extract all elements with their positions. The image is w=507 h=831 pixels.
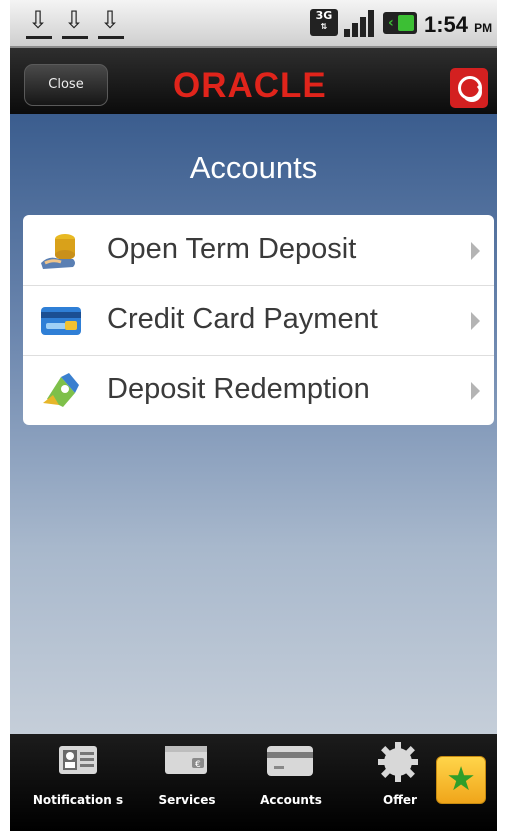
tab-label: Services <box>158 793 216 807</box>
signal-strength-icon <box>344 9 374 37</box>
chevron-right-icon <box>471 312 480 330</box>
wallet-icon: € <box>165 746 207 774</box>
tab-label: Offer <box>383 793 417 807</box>
app-header: Close ORACLE <box>10 48 497 114</box>
menu-item-label: Deposit Redemption <box>107 373 370 405</box>
close-button[interactable]: Close <box>24 64 108 106</box>
chevron-right-icon <box>471 242 480 260</box>
download-icon: ⇩ <box>96 8 126 39</box>
contact-card-icon <box>59 746 97 774</box>
star-icon[interactable]: ★ <box>436 756 486 804</box>
menu-item-deposit-redemption[interactable]: Deposit Redemption <box>23 355 494 425</box>
svg-text:€: € <box>195 760 201 770</box>
menu-item-label: Credit Card Payment <box>107 303 378 335</box>
accounts-menu: Open Term Deposit Credit Card Payment De… <box>23 215 494 425</box>
menu-item-open-term-deposit[interactable]: Open Term Deposit <box>23 215 494 286</box>
download-icon: ⇩ <box>24 8 54 39</box>
status-clock: 1:54 PM <box>424 12 493 37</box>
tab-offers[interactable]: Offer <box>370 734 430 831</box>
tab-notifications[interactable]: Notification s <box>28 734 128 831</box>
redemption-icon <box>43 373 79 407</box>
bottom-tab-bar: Notification s € Services Accounts Offer… <box>10 734 497 831</box>
chevron-right-icon <box>471 382 480 400</box>
menu-item-label: Open Term Deposit <box>107 233 357 265</box>
tab-accounts[interactable]: Accounts <box>246 734 336 831</box>
network-type-icon: 3G ⇅ <box>310 9 338 36</box>
battery-icon: ‹ <box>383 12 417 34</box>
card-icon <box>267 746 313 776</box>
oracle-logo: ORACLE <box>173 66 327 105</box>
page-title: Accounts <box>189 150 318 185</box>
download-icon: ⇩ <box>60 8 90 39</box>
app-logo-icon[interactable] <box>450 68 488 108</box>
tab-label: Accounts <box>260 793 322 807</box>
main-content: Accounts Open Term Deposit Credit Card P… <box>10 114 497 734</box>
gear-icon <box>378 742 418 782</box>
coins-icon <box>41 234 75 269</box>
tab-label: Notification s <box>32 793 124 807</box>
menu-item-credit-card-payment[interactable]: Credit Card Payment <box>23 285 494 356</box>
status-bar: ⇩ ⇩ ⇩ 3G ⇅ ‹ 1:54 PM <box>10 0 497 48</box>
phone-screen: ⇩ ⇩ ⇩ 3G ⇅ ‹ 1:54 PM Close ORACLE Account… <box>10 0 497 831</box>
credit-card-icon <box>41 307 81 335</box>
tab-services[interactable]: € Services <box>144 734 230 831</box>
